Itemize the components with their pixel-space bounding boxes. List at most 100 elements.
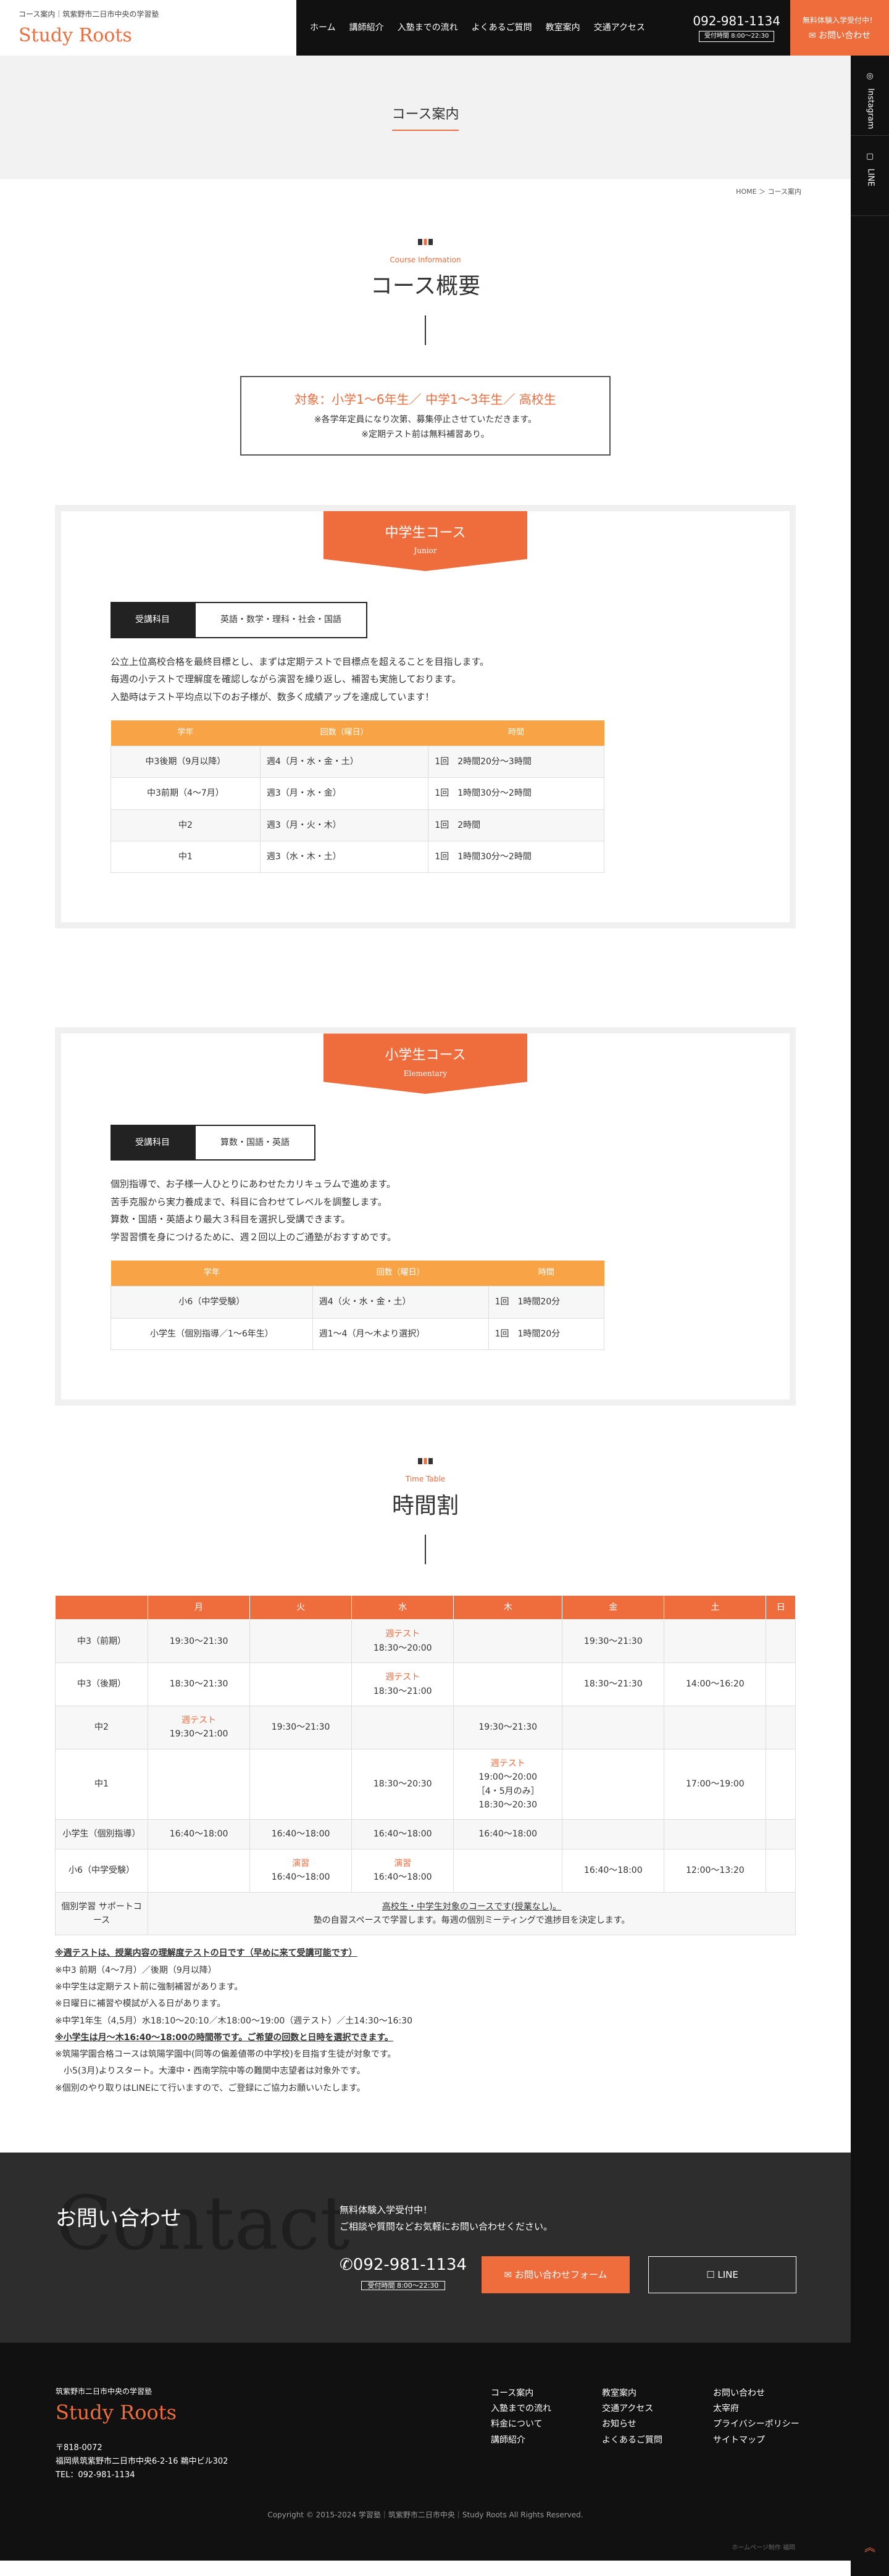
cell: 週3（月・水・金） (259, 777, 429, 810)
nav-home[interactable]: ホーム (310, 21, 336, 35)
phone-number[interactable]: 092-981-1134 (693, 14, 780, 28)
footer-link[interactable]: プライバシーポリシー (713, 2417, 824, 2432)
timetable-cell (249, 1619, 353, 1664)
timetable-cell (766, 1619, 796, 1664)
header-phone[interactable]: 092-981-1134 受付時間 8:00〜22:30 (693, 14, 780, 42)
timetable-en: Time Table (405, 1475, 446, 1484)
addr-line: 〒818-0072 (56, 2443, 102, 2453)
timetable-cell: 週テスト 19:00〜20:00 ［4・5月のみ］ 18:30〜20:30 (453, 1748, 563, 1820)
hp-credit[interactable]: ホームページ制作 福岡 (732, 2543, 795, 2553)
timetable-cell: 演習 16:40〜18:00 (249, 1848, 353, 1893)
footer-link[interactable]: 教室案内 (602, 2386, 713, 2401)
footer-link[interactable]: 講師紹介 (491, 2433, 602, 2448)
table-row: 中2 週3（月・火・木） 1回 2時間 (111, 809, 604, 841)
cell-text: 16:40〜18:00 (271, 1872, 330, 1883)
table-row: 小学生（個別指導／1〜6年生） 週1〜4（月〜木より選択） 1回 1時間20分 (111, 1317, 605, 1350)
timetable-cell: 19:30〜21:30 (147, 1619, 251, 1664)
phone-text: 092-981-1134 (353, 2256, 467, 2275)
timetable-cell: 16:40〜18:00 (147, 1819, 251, 1849)
page-top-icon[interactable]: ︽ (851, 2540, 889, 2557)
cell: 1回 2時間20分〜3時間 (428, 745, 604, 778)
target-text: 対象：小学1〜6年生／ 中学1〜3年生／ 高校生 (294, 391, 556, 407)
site-logo[interactable]: Study Roots (19, 21, 132, 51)
cell: 小6（中学受験） (111, 1286, 313, 1319)
cell: 1回 1時間30分〜2時間 (428, 777, 604, 810)
heading-divider (425, 1535, 426, 1565)
site-header: コース案内｜筑紫野市二日市中央の学習塾 Study Roots ホーム 講師紹介… (0, 0, 889, 56)
cell-text: ［4・5月のみ］ (476, 1786, 540, 1796)
chat-icon: ☐ (706, 2269, 718, 2281)
header-tagline: コース案内｜筑紫野市二日市中央の学習塾 (19, 10, 159, 19)
footer-logo[interactable]: Study Roots (56, 2397, 177, 2428)
timetable-cell: 18:30〜20:30 (351, 1748, 454, 1820)
line-btn-label: LINE (717, 2269, 738, 2281)
phone-hours: 受付時間 8:00〜22:30 (698, 30, 775, 42)
timetable-heading: Time Table 時間割 (0, 1455, 851, 1565)
timetable-cell: 16:40〜18:00 (562, 1848, 665, 1893)
cell-text: 18:30〜20:00 (373, 1643, 432, 1653)
desc-line: 学習習慣を身につけるために、週２回以上のご通塾がおすすめです。 (111, 1231, 397, 1243)
form-btn-label: お問い合わせフォーム (514, 2269, 607, 2281)
footer-link[interactable]: 太宰府 (713, 2401, 824, 2417)
footer-link[interactable]: 料金について (491, 2417, 602, 2432)
breadcrumb[interactable]: HOME ＞ コース案内 (0, 179, 851, 205)
contact-section: Contact お問い合わせ 無料体験入学受付中！ ご相談や質問などお気軽にお問… (0, 2153, 851, 2343)
line-button[interactable]: ☐ LINE (648, 2256, 796, 2294)
contact-form-button[interactable]: ✉ お問い合わせフォーム (482, 2256, 630, 2294)
th-grade: 学年 (111, 1261, 313, 1286)
timetable-cell (766, 1662, 796, 1707)
footer-link[interactable]: サイトマップ (713, 2433, 824, 2448)
contact-phone[interactable]: ✆092-981-1134 受付時間 8:00〜22:30 (340, 2253, 467, 2292)
day-header: 月 (147, 1595, 251, 1620)
cell-text: 演習 (292, 1858, 310, 1869)
cell: 1回 2時間 (428, 809, 604, 841)
elementary-course: 小学生コース Elementary 受講科目 算数・国語・英語 個別指導で、お子… (55, 1027, 796, 1406)
timetable-cell (453, 1662, 563, 1707)
nav-classroom[interactable]: 教室案内 (546, 21, 580, 35)
nav-faq[interactable]: よくあるご質問 (472, 21, 532, 35)
elementary-description: 個別指導で、お子様一人ひとりにあわせたカリキュラムで進めます。 苦手克服から実力… (111, 1175, 740, 1246)
note: ※中3 前期（4〜7月）／後期（9月以降） (55, 1965, 217, 1975)
instagram-link[interactable]: ◎ Instagram (851, 56, 889, 136)
footer-link[interactable]: コース案内 (491, 2386, 602, 2401)
nav-access[interactable]: 交通アクセス (594, 21, 645, 35)
timetable-cell (249, 1662, 353, 1707)
cell: 週1〜4（月〜木より選択） (312, 1317, 489, 1350)
footer-link[interactable]: お知らせ (602, 2417, 713, 2432)
cell: 小学生（個別指導／1〜6年生） (111, 1317, 313, 1350)
footer-link[interactable]: よくあるご質問 (602, 2433, 713, 2448)
target-note-1: ※各学年定員になり次第、募集停止させていただきます。 (314, 414, 537, 425)
nav-flow[interactable]: 入塾までの流れ (398, 21, 458, 35)
copyright: Copyright © 2015-2024 学習塾｜筑紫野市二日市中央｜Stud… (267, 2511, 583, 2520)
junior-schedule-table: 学年 回数（曜日） 時間 中3後期（9月以降） 週4（月・水・金・土） 1回 2時間20… (111, 720, 604, 873)
footer-link[interactable]: 交通アクセス (602, 2401, 713, 2417)
timetable-cell: 小6（中学受験） (55, 1848, 148, 1893)
footer-tagline: 筑紫野市二日市中央の学習塾 (56, 2387, 152, 2396)
desc-line: 苦手克服から実力養成まで、科目に合わせてレベルを調整します。 (111, 1196, 387, 1207)
timetable-cell: 18:30〜21:30 (147, 1662, 251, 1707)
contact-title: お問い合わせ (56, 2206, 182, 2232)
header-contact-button[interactable]: 無料体験入学受付中！ ✉ お問い合わせ (790, 0, 889, 56)
th-time: 時間 (428, 720, 604, 746)
note: ※小学生は月〜木16:40〜18:00の時間帯です。ご希望の回数と日時を選択でき… (55, 2032, 393, 2043)
line-link[interactable]: ▢ LINE (851, 136, 889, 216)
footer-link[interactable]: お問い合わせ (713, 2386, 824, 2401)
cell-text: 19:00〜20:00 (478, 1772, 538, 1783)
day-header (55, 1595, 148, 1620)
contact-phone-number[interactable]: ✆092-981-1134 (340, 2253, 467, 2278)
cell: 1回 1時間20分 (488, 1286, 605, 1319)
timetable-cell (766, 1819, 796, 1849)
th-times: 回数（曜日） (260, 720, 428, 746)
junior-subjects: 受講科目 英語・数学・理科・社会・国語 (111, 602, 367, 638)
nav-teachers[interactable]: 講師紹介 (349, 21, 384, 35)
cell-text: 週テスト (182, 1715, 217, 1726)
timetable-cell: 16:40〜18:00 (453, 1819, 563, 1849)
timetable-cell: 中1 (55, 1748, 148, 1820)
timetable-cell (562, 1706, 665, 1749)
timetable-cell: 19:30〜21:30 (453, 1706, 563, 1749)
footer-link[interactable]: 入塾までの流れ (491, 2401, 602, 2417)
timetable-cell: 中2 (55, 1706, 148, 1749)
junior-course: 中学生コース Junior 受講科目 英語・数学・理科・社会・国語 公立上位高校… (55, 504, 796, 929)
heading-mark-icon (418, 1457, 433, 1464)
contact-hours: 受付時間 8:00〜22:30 (361, 2280, 446, 2290)
